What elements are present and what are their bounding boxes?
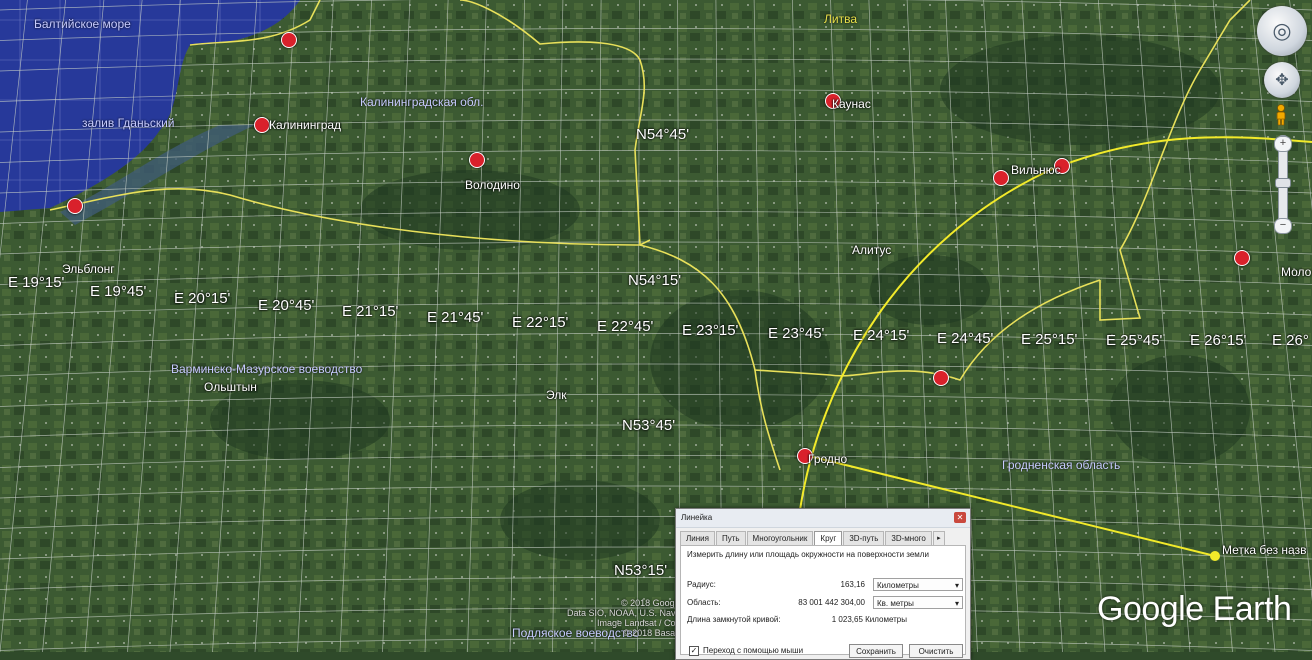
city-label-elk[interactable]: Элк	[546, 388, 566, 402]
longitude-label: E 20°45'	[258, 297, 315, 314]
road-sign-pin[interactable]	[469, 152, 485, 168]
road-sign-pin[interactable]	[67, 198, 83, 214]
area-unit-select[interactable]: Кв. метры	[873, 596, 963, 610]
street-view-pegman-icon[interactable]	[1274, 104, 1288, 126]
longitude-label: E 23°15'	[682, 322, 739, 339]
region-label: Калининградская обл.	[360, 95, 484, 109]
longitude-label: E 25°15'	[1021, 331, 1078, 348]
tab-3d-path[interactable]: 3D-путь	[843, 531, 885, 546]
road-sign-pin[interactable]	[1234, 250, 1250, 266]
road-sign-pin[interactable]	[933, 370, 949, 386]
latitude-label: N54°45'	[636, 126, 690, 143]
mouse-navigation-label: Переход с помощью мыши	[703, 646, 804, 655]
radius-unit-select[interactable]: Километры	[873, 578, 963, 592]
city-label-kaliningrad[interactable]: Калининград	[269, 118, 341, 132]
zoom-in-button[interactable]: +	[1274, 136, 1292, 152]
ruler-panel: Измерить длину или площадь окружности на…	[680, 545, 966, 658]
region-label: Гродненская область	[1002, 458, 1121, 472]
look-joystick-icon[interactable]: ◎	[1257, 6, 1307, 56]
longitude-label: E 19°45'	[90, 283, 147, 300]
latitude-label: N53°15'	[614, 562, 668, 579]
city-label-kaunas[interactable]: Каунас	[832, 97, 871, 111]
city-label-olsztyn[interactable]: Ольштын	[204, 380, 257, 394]
city-label-alytus[interactable]: Алитус	[852, 243, 891, 257]
save-button[interactable]: Сохранить	[849, 644, 903, 658]
area-value: 83 001 442 304,00	[798, 598, 865, 607]
radius-value: 163,16	[840, 580, 865, 589]
gulf-label: залив Гданьский	[82, 116, 175, 130]
latitude-label: N53°45'	[622, 417, 676, 434]
longitude-label: E 26°	[1272, 332, 1309, 349]
ruler-dialog: Линейка ✕ Линия Путь Многоугольник Круг …	[675, 508, 971, 660]
perimeter-label: Длина замкнутой кривой:	[687, 615, 781, 624]
region-label: Варминско-Мазурское воеводство	[171, 362, 363, 376]
longitude-label: E 19°15'	[8, 274, 65, 291]
tab-line[interactable]: Линия	[680, 531, 715, 546]
zoom-out-button[interactable]: −	[1274, 218, 1292, 234]
longitude-label: E 24°45'	[937, 330, 994, 347]
city-label-elblong[interactable]: Эльблонг	[62, 262, 115, 276]
city-label-grodno[interactable]: Гродно	[808, 452, 847, 466]
longitude-label: E 20°15'	[174, 290, 231, 307]
move-joystick-icon[interactable]: ✥	[1264, 62, 1300, 98]
road-sign-pin[interactable]	[281, 32, 297, 48]
longitude-label: E 22°15'	[512, 314, 569, 331]
clear-button[interactable]: Очистить	[909, 644, 963, 658]
road-sign-pin[interactable]	[254, 117, 270, 133]
ruler-tabs: Линия Путь Многоугольник Круг 3D-путь 3D…	[680, 531, 966, 547]
road-sign-pin[interactable]	[993, 170, 1009, 186]
google-earth-logo: Google Earth	[1097, 590, 1292, 628]
latitude-label: N54°15'	[628, 272, 682, 289]
longitude-label: E 25°45'	[1106, 332, 1163, 349]
perimeter-value: 1 023,65 Километры	[831, 615, 907, 624]
zoom-slider-handle[interactable]	[1275, 178, 1291, 188]
city-label-volodino[interactable]: Володино	[465, 178, 520, 192]
longitude-label: E 23°45'	[768, 325, 825, 342]
sea-label: Балтийское море	[34, 17, 131, 31]
tab-circle[interactable]: Круг	[814, 531, 843, 546]
longitude-label: E 22°45'	[597, 318, 654, 335]
placemark-label[interactable]: Метка без назв	[1222, 543, 1306, 557]
city-label-vilnius[interactable]: Вильнюс	[1011, 163, 1061, 177]
longitude-label: E 26°15'	[1190, 332, 1247, 349]
area-label: Область:	[687, 598, 721, 607]
satellite-map[interactable]	[0, 0, 1312, 652]
mouse-navigation-checkbox[interactable]: ✓	[689, 646, 699, 656]
tab-3d-polygon[interactable]: 3D-много	[885, 531, 932, 546]
measure-endpoint[interactable]	[1210, 551, 1220, 561]
city-label-molodechno[interactable]: Моло	[1281, 265, 1311, 279]
close-icon[interactable]: ✕	[954, 512, 966, 523]
ruler-description: Измерить длину или площадь окружности на…	[687, 550, 929, 559]
tab-path[interactable]: Путь	[715, 531, 746, 546]
longitude-label: E 21°15'	[342, 303, 399, 320]
ruler-dialog-title: Линейка	[676, 509, 970, 528]
tab-polygon[interactable]: Многоугольник	[746, 531, 814, 546]
longitude-label: E 21°45'	[427, 309, 484, 326]
radius-label: Радиус:	[687, 580, 716, 589]
longitude-label: E 24°15'	[853, 327, 910, 344]
country-label: Литва	[824, 12, 857, 26]
